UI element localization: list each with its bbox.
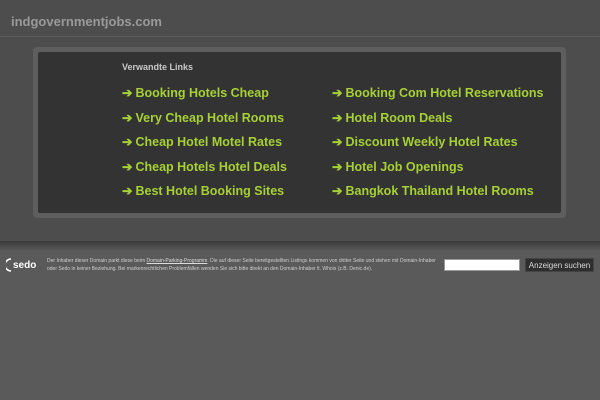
link-discount-weekly-hotel-rates[interactable]: ➔ Discount Weekly Hotel Rates [332,133,518,151]
arrow-right-icon: ➔ [122,160,133,174]
footer-text-before: Der Inhaber dieser Domain parkt diese be… [47,258,147,264]
header-divider [0,36,600,37]
link-label: Hotel Job Openings [345,160,464,174]
link-label: Booking Com Hotel Reservations [345,86,544,100]
sedo-logo-arc-icon [6,258,12,272]
link-booking-com-hotel-reservations[interactable]: ➔ Booking Com Hotel Reservations [332,84,543,102]
arrow-right-icon: ➔ [122,111,133,125]
link-very-cheap-hotel-rooms[interactable]: ➔ Very Cheap Hotel Rooms [122,109,284,127]
header-shadow [0,241,600,251]
arrow-right-icon: ➔ [332,184,343,198]
footer-disclaimer: Der Inhaber dieser Domain parkt diese be… [47,257,439,273]
link-label: Discount Weekly Hotel Rates [345,135,518,149]
arrow-right-icon: ➔ [122,135,133,149]
arrow-right-icon: ➔ [332,160,343,174]
link-label: Cheap Hotel Motel Rates [135,135,283,149]
link-label: Best Hotel Booking Sites [135,184,285,198]
sedo-logo-text: sedo [13,260,36,271]
arrow-right-icon: ➔ [332,111,343,125]
link-booking-hotels-cheap[interactable]: ➔ Booking Hotels Cheap [122,84,269,102]
search-button[interactable]: Anzeigen suchen [525,258,594,272]
link-hotel-room-deals[interactable]: ➔ Hotel Room Deals [332,109,452,127]
link-label: Hotel Room Deals [345,111,453,125]
search-input[interactable] [444,259,520,271]
arrow-right-icon: ➔ [332,135,343,149]
site-domain: indgovernmentjobs.com [11,14,162,29]
link-label: Cheap Hotels Hotel Deals [135,160,287,174]
link-cheap-hotel-motel-rates[interactable]: ➔ Cheap Hotel Motel Rates [122,133,282,151]
arrow-right-icon: ➔ [122,184,133,198]
link-label: Bangkok Thailand Hotel Rooms [345,184,534,198]
sedo-logo[interactable]: sedo [6,256,42,274]
parking-program-link[interactable]: Domain-Parking-Programm [147,258,208,264]
related-links-title: Verwandte Links [122,62,194,72]
link-bangkok-thailand-hotel-rooms[interactable]: ➔ Bangkok Thailand Hotel Rooms [332,182,534,200]
arrow-right-icon: ➔ [332,86,343,100]
arrow-right-icon: ➔ [122,86,133,100]
link-best-hotel-booking-sites[interactable]: ➔ Best Hotel Booking Sites [122,182,284,200]
link-hotel-job-openings[interactable]: ➔ Hotel Job Openings [332,158,464,176]
link-label: Booking Hotels Cheap [135,86,269,100]
link-label: Very Cheap Hotel Rooms [135,111,285,125]
link-cheap-hotels-hotel-deals[interactable]: ➔ Cheap Hotels Hotel Deals [122,158,287,176]
